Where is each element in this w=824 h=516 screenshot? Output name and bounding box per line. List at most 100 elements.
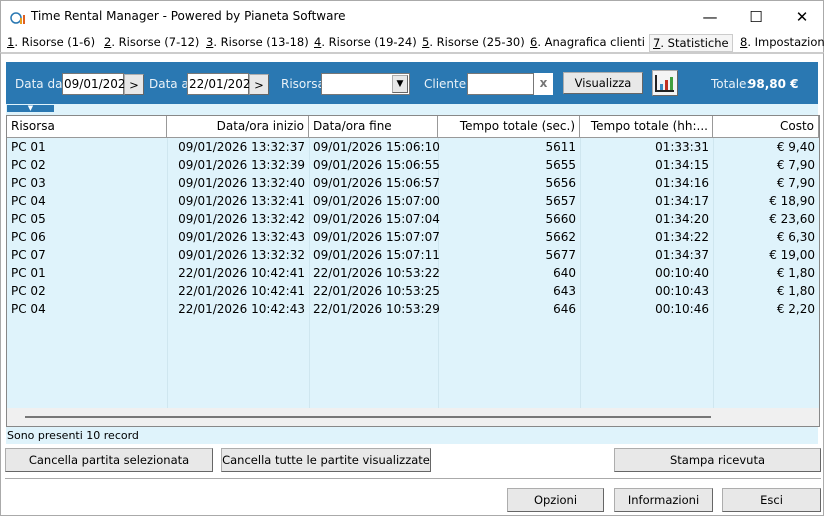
filter-toolbar: Data da: 09/01/2026 > Data a: 22/01/2026… [6, 62, 818, 104]
minimize-button[interactable]: — [687, 1, 733, 33]
table-row[interactable]: PC 0222/01/2026 10:42:4122/01/2026 10:53… [7, 282, 819, 300]
column-header[interactable]: Data/ora fine [309, 116, 438, 138]
table-cell: 09/01/2026 15:07:11 [309, 246, 438, 264]
cliente-input[interactable] [467, 73, 534, 95]
tab-4[interactable]: 4. Risorse (19-24) [314, 34, 417, 52]
table-row[interactable]: PC 0209/01/2026 13:32:3909/01/2026 15:06… [7, 156, 819, 174]
table-row[interactable]: PC 0109/01/2026 13:32:3709/01/2026 15:06… [7, 138, 819, 156]
window-title: Time Rental Manager - Powered by Pianeta… [31, 9, 346, 23]
table-cell: PC 06 [7, 228, 167, 246]
table-row[interactable]: PC 0609/01/2026 13:32:4309/01/2026 15:07… [7, 228, 819, 246]
table-cell: € 7,90 [713, 174, 819, 192]
tab-3[interactable]: 3. Risorse (13-18) [206, 34, 309, 52]
table-cell: PC 04 [7, 300, 167, 318]
title-bar: Time Rental Manager - Powered by Pianeta… [0, 0, 824, 32]
table-cell: 5660 [438, 210, 580, 228]
table-cell: PC 05 [7, 210, 167, 228]
table-cell: 09/01/2026 13:32:43 [167, 228, 309, 246]
table-cell: € 1,80 [713, 264, 819, 282]
table-row[interactable]: PC 0509/01/2026 13:32:4209/01/2026 15:07… [7, 210, 819, 228]
data-da-input[interactable]: 09/01/2026 [62, 73, 124, 95]
table-cell: 01:34:16 [580, 174, 713, 192]
table-row[interactable]: PC 0309/01/2026 13:32:4009/01/2026 15:06… [7, 174, 819, 192]
table-cell: PC 07 [7, 246, 167, 264]
table-row[interactable]: PC 0709/01/2026 13:32:3209/01/2026 15:07… [7, 246, 819, 264]
tab-label: . Impostazioni [747, 35, 824, 49]
close-button[interactable]: ✕ [779, 1, 824, 33]
table-row[interactable]: PC 0409/01/2026 13:32:4109/01/2026 15:07… [7, 192, 819, 210]
statistics-grid[interactable]: RisorsaData/ora inizioData/ora fineTempo… [6, 115, 820, 427]
risorsa-select[interactable]: ▼ [321, 73, 410, 95]
column-header[interactable]: Tempo totale (hh:... [580, 116, 713, 138]
column-header[interactable]: Data/ora inizio [167, 116, 309, 138]
data-a-input[interactable]: 22/01/2026 [187, 73, 249, 95]
table-row[interactable]: PC 0422/01/2026 10:42:4322/01/2026 10:53… [7, 300, 819, 318]
tab-label: . Risorse (19-24) [321, 35, 416, 49]
cancella-partita-selezionata-button[interactable]: Cancella partita selezionata [5, 448, 213, 472]
table-cell: 09/01/2026 15:07:04 [309, 210, 438, 228]
table-cell: 09/01/2026 15:07:00 [309, 192, 438, 210]
app-icon [10, 9, 27, 25]
tab-8[interactable]: 8. Impostazioni [740, 34, 824, 52]
data-da-picker-button[interactable]: > [124, 74, 144, 95]
table-row[interactable]: PC 0122/01/2026 10:42:4122/01/2026 10:53… [7, 264, 819, 282]
table-cell: 5656 [438, 174, 580, 192]
tab-label: . Risorse (13-18) [213, 35, 308, 49]
table-cell: PC 02 [7, 156, 167, 174]
table-cell: 09/01/2026 15:06:57 [309, 174, 438, 192]
tab-6[interactable]: 6. Anagrafica clienti [530, 34, 645, 52]
visualizza-button[interactable]: Visualizza [563, 72, 643, 94]
tab-2[interactable]: 2. Risorse (7-12) [104, 34, 199, 52]
clear-cliente-button[interactable]: x [534, 73, 553, 95]
table-cell: PC 03 [7, 174, 167, 192]
table-cell: 01:34:15 [580, 156, 713, 174]
status-text: Sono presenti 10 record [6, 427, 818, 444]
chart-button[interactable] [652, 70, 678, 96]
tab-label: . Risorse (1-6) [14, 35, 95, 49]
bar-chart-icon [655, 74, 675, 92]
table-cell: 09/01/2026 13:32:32 [167, 246, 309, 264]
tab-bar: 1. Risorse (1-6) 2. Risorse (7-12) 3. Riso… [0, 32, 824, 52]
maximize-button[interactable]: ☐ [733, 1, 779, 33]
table-cell: PC 04 [7, 192, 167, 210]
table-cell: € 2,20 [713, 300, 819, 318]
table-cell: 09/01/2026 13:32:41 [167, 192, 309, 210]
totale-value: 98,80 € [748, 77, 798, 91]
cancella-tutte-button[interactable]: Cancella tutte le partite visualizzate [221, 448, 431, 472]
column-header[interactable]: Risorsa [7, 116, 167, 138]
table-cell: € 7,90 [713, 156, 819, 174]
table-cell: 00:10:40 [580, 264, 713, 282]
scrollbar-thumb[interactable] [25, 416, 711, 418]
stampa-ricevuta-button[interactable]: Stampa ricevuta [614, 448, 821, 472]
table-cell: 22/01/2026 10:42:43 [167, 300, 309, 318]
table-cell: 643 [438, 282, 580, 300]
column-header[interactable]: Tempo totale (sec.) [438, 116, 580, 138]
table-cell: € 9,40 [713, 138, 819, 156]
chevron-down-icon[interactable]: ▼ [392, 75, 408, 93]
tab-label: . Risorse (25-30) [429, 35, 524, 49]
table-cell: 09/01/2026 15:07:07 [309, 228, 438, 246]
opzioni-button[interactable]: Opzioni [507, 488, 604, 512]
informazioni-button[interactable]: Informazioni [614, 488, 713, 512]
tab-5[interactable]: 5. Risorse (25-30) [422, 34, 525, 52]
data-a-picker-button[interactable]: > [249, 74, 269, 95]
table-cell: € 19,00 [713, 246, 819, 264]
table-cell: 5655 [438, 156, 580, 174]
table-cell: € 6,30 [713, 228, 819, 246]
table-cell: 01:34:17 [580, 192, 713, 210]
collapse-toggle[interactable]: ▼ [7, 105, 54, 112]
table-cell: 5657 [438, 192, 580, 210]
horizontal-scrollbar[interactable] [7, 408, 819, 426]
tab-1[interactable]: 1. Risorse (1-6) [7, 34, 95, 52]
column-header[interactable]: Costo [713, 116, 819, 138]
tab-label: . Anagrafica clienti [537, 35, 645, 49]
tab-7[interactable]: 7. Statistiche [649, 34, 733, 52]
table-cell: PC 02 [7, 282, 167, 300]
table-cell: € 18,90 [713, 192, 819, 210]
table-cell: 09/01/2026 13:32:37 [167, 138, 309, 156]
table-cell: 00:10:46 [580, 300, 713, 318]
table-cell: 00:10:43 [580, 282, 713, 300]
tab-label: . Risorse (7-12) [111, 35, 199, 49]
divider [5, 478, 821, 479]
esci-button[interactable]: Esci [722, 488, 821, 512]
